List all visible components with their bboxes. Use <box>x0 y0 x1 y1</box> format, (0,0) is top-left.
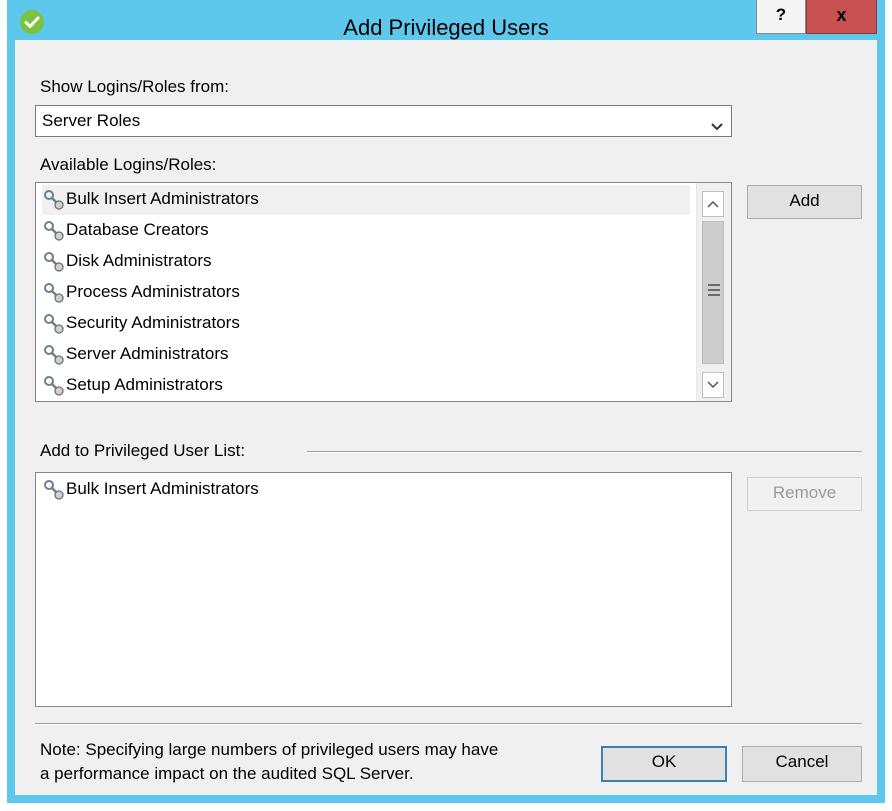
scroll-thumb[interactable] <box>702 221 724 364</box>
cancel-button[interactable]: Cancel <box>742 746 862 782</box>
list-item[interactable]: Disk Administrators <box>42 247 690 277</box>
privileged-label: Add to Privileged User List: <box>40 441 246 460</box>
scroll-up-button[interactable] <box>702 191 724 217</box>
role-key-icon <box>42 479 66 501</box>
list-item[interactable]: Security Administrators <box>42 309 690 339</box>
list-item[interactable]: Setup Administrators <box>42 371 690 401</box>
role-key-icon <box>42 189 66 211</box>
available-label: Available Logins/Roles: <box>40 155 217 174</box>
scroll-down-button[interactable] <box>702 372 724 398</box>
grip-line <box>708 294 720 296</box>
list-item-label: Database Creators <box>66 220 209 239</box>
source-dropdown[interactable]: Server Roles <box>35 105 732 137</box>
role-key-icon <box>42 344 66 366</box>
help-button[interactable]: ? <box>756 0 806 34</box>
add-button[interactable]: Add <box>747 185 862 219</box>
available-scrollbar[interactable] <box>696 183 731 401</box>
list-item-label: Process Administrators <box>66 282 240 301</box>
source-dropdown-value: Server Roles <box>42 111 141 130</box>
source-label: Show Logins/Roles from: <box>40 77 229 96</box>
list-item-label: Server Administrators <box>66 344 229 363</box>
list-item[interactable]: Bulk Insert Administrators <box>42 475 690 505</box>
list-item-label: Disk Administrators <box>66 251 212 270</box>
note-line-2: a performance impact on the audited SQL … <box>40 764 414 783</box>
grip-line <box>708 284 720 286</box>
ok-button[interactable]: OK <box>601 746 727 782</box>
list-item[interactable]: Server Administrators <box>42 340 690 370</box>
chevron-down-icon <box>711 116 723 136</box>
footer-divider <box>35 723 862 725</box>
role-key-icon <box>42 375 66 397</box>
remove-button[interactable]: Remove <box>747 477 862 511</box>
close-button[interactable]: x <box>806 0 877 34</box>
dialog-title: Add Privileged Users <box>343 15 549 40</box>
grip-line <box>708 289 720 291</box>
list-item[interactable]: Database Creators <box>42 216 690 246</box>
list-item[interactable]: Bulk Insert Administrators <box>42 185 690 215</box>
list-item[interactable]: Process Administrators <box>42 278 690 308</box>
privileged-list[interactable]: Bulk Insert Administrators <box>35 472 732 707</box>
dialog-window: Add Privileged Users ? x Show Logins/Rol… <box>7 0 885 803</box>
section-divider <box>307 451 862 453</box>
list-item-label: Bulk Insert Administrators <box>66 479 259 498</box>
title-bar[interactable]: Add Privileged Users ? x <box>7 0 885 40</box>
list-item-label: Setup Administrators <box>66 375 223 394</box>
note-line-1: Note: Specifying large numbers of privil… <box>40 740 499 759</box>
available-list[interactable]: Bulk Insert Administrators Database Creat… <box>35 182 732 402</box>
role-key-icon <box>42 251 66 273</box>
role-key-icon <box>42 313 66 335</box>
role-key-icon <box>42 220 66 242</box>
role-key-icon <box>42 282 66 304</box>
list-item-label: Bulk Insert Administrators <box>66 189 259 208</box>
dialog-client-area: Show Logins/Roles from: Server Roles Ava… <box>15 40 877 795</box>
list-item-label: Security Administrators <box>66 313 240 332</box>
